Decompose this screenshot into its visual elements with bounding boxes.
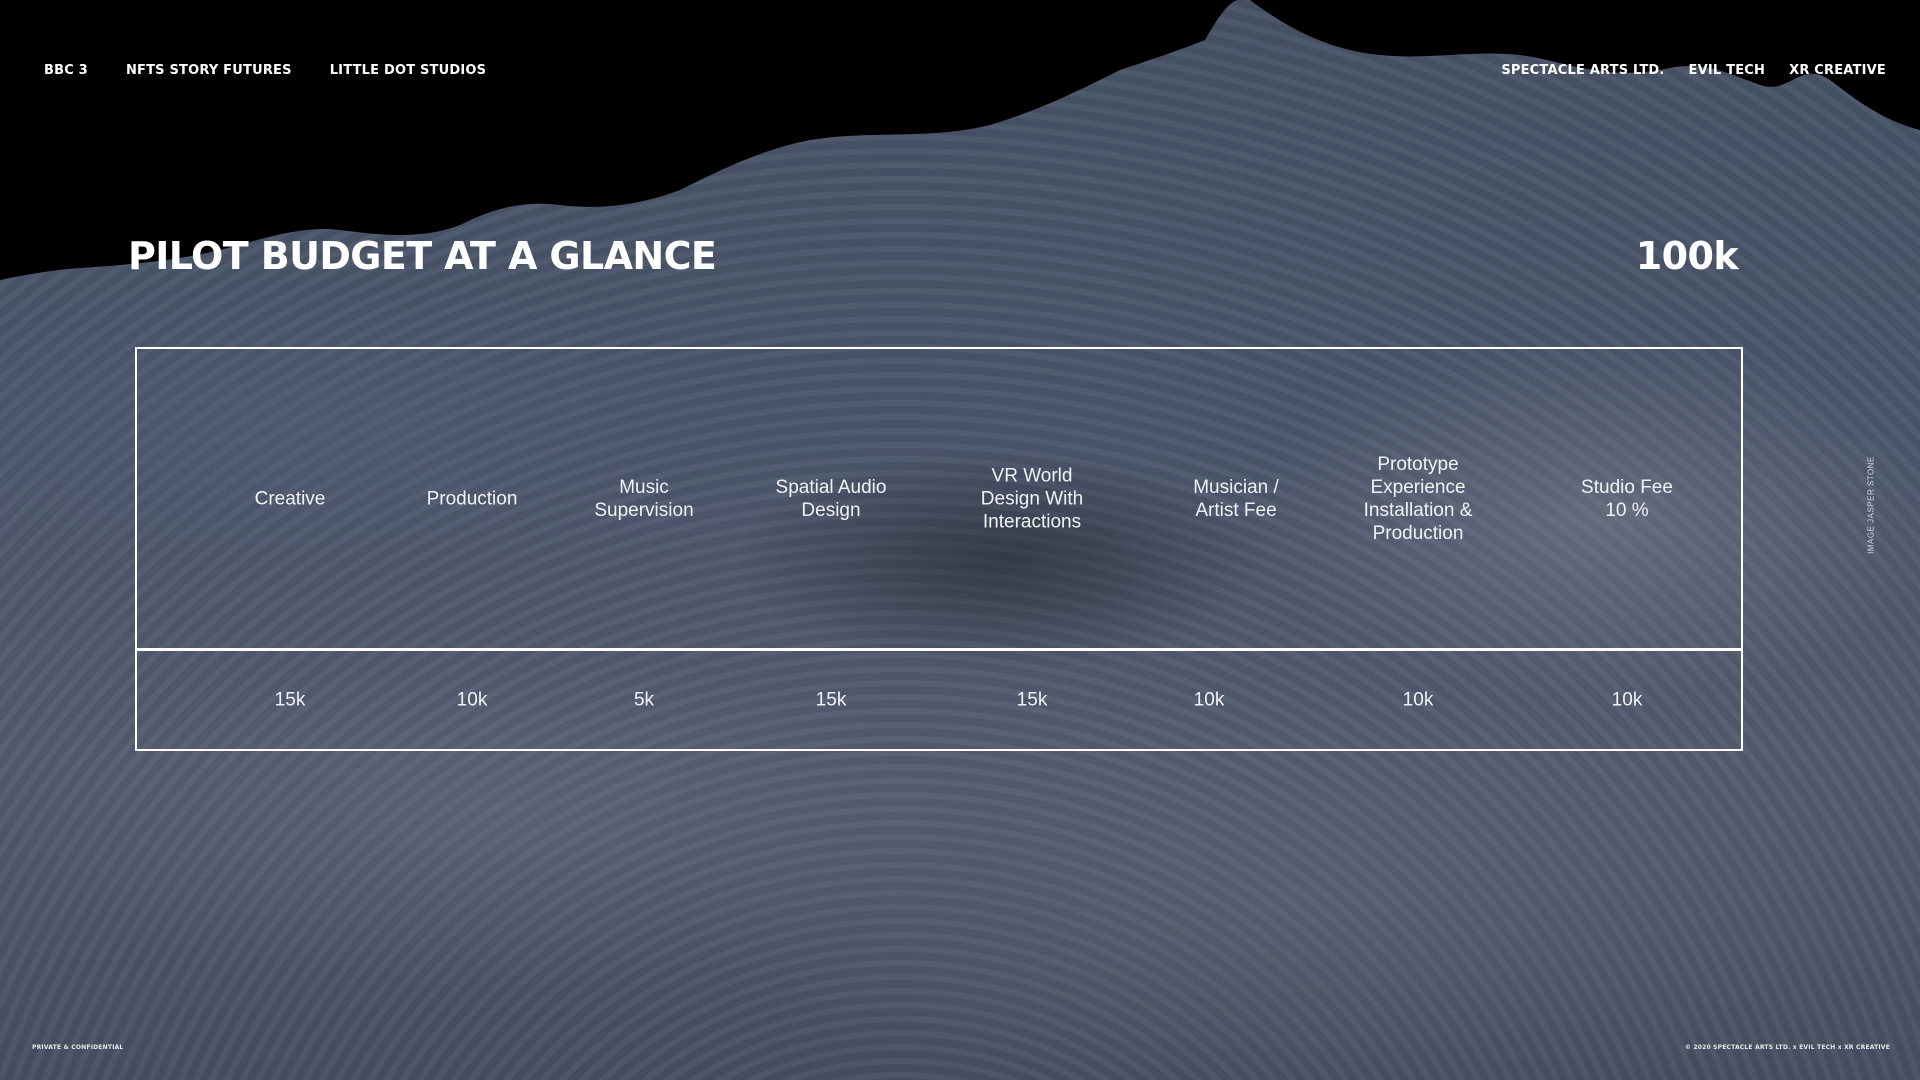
budget-header-row: Creative Production Music Supervision Spa…	[137, 349, 1741, 651]
header-spatial-audio: Spatial Audio Design	[775, 476, 887, 521]
top-nav-right: SPECTACLE ARTS LTD. EVIL TECH XR CREATIV…	[1477, 60, 1886, 80]
footer-copyright: © 2020 SPECTACLE ARTS LTD. x EVIL TECH x…	[1684, 1044, 1890, 1051]
value-vr-world: 15k	[1016, 689, 1048, 711]
value-spatial-audio: 15k	[815, 689, 847, 711]
nav-item-bbc3[interactable]: BBC 3	[44, 63, 88, 78]
header-prototype: Prototype Experience Installation & Product…	[1363, 453, 1473, 544]
budget-table: Creative Production Music Supervision Spa…	[135, 347, 1743, 751]
nav-item-little-dot[interactable]: LITTLE DOT STUDIOS	[330, 63, 487, 78]
budget-value-row: 15k 10k 5k 15k 15k 10k 10k 10k	[137, 651, 1741, 749]
nav-item-spectacle-arts[interactable]: SPECTACLE ARTS LTD.	[1501, 63, 1664, 78]
budget-total: 100k	[1635, 234, 1739, 278]
header-music-supervision: Music Supervision	[594, 476, 694, 521]
header-musician-fee: Musician / Artist Fee	[1193, 476, 1279, 521]
top-nav-left: BBC 3 NFTS STORY FUTURES LITTLE DOT STUD…	[44, 60, 524, 80]
page-title: PILOT BUDGET AT A GLANCE	[128, 234, 717, 278]
value-prototype: 10k	[1402, 689, 1434, 711]
header-studio-fee: Studio Fee 10 %	[1581, 476, 1673, 521]
header-creative: Creative	[254, 488, 326, 509]
header-production: Production	[426, 488, 518, 509]
value-creative: 15k	[274, 689, 306, 711]
nav-item-xr-creative[interactable]: XR CREATIVE	[1789, 63, 1886, 78]
value-musician-fee: 10k	[1193, 689, 1225, 711]
nav-item-nfts[interactable]: NFTS STORY FUTURES	[126, 63, 292, 78]
value-studio-fee: 10k	[1611, 689, 1643, 711]
value-music-supervision: 5k	[633, 689, 655, 711]
footer-confidential: PRIVATE & CONFIDENTIAL	[32, 1044, 124, 1051]
nav-item-evil-tech[interactable]: EVIL TECH	[1689, 63, 1766, 78]
value-production: 10k	[456, 689, 488, 711]
header-vr-world: VR World Design With Interactions	[980, 465, 1084, 532]
image-credit: IMAGE JASPER STONE	[1866, 456, 1876, 554]
